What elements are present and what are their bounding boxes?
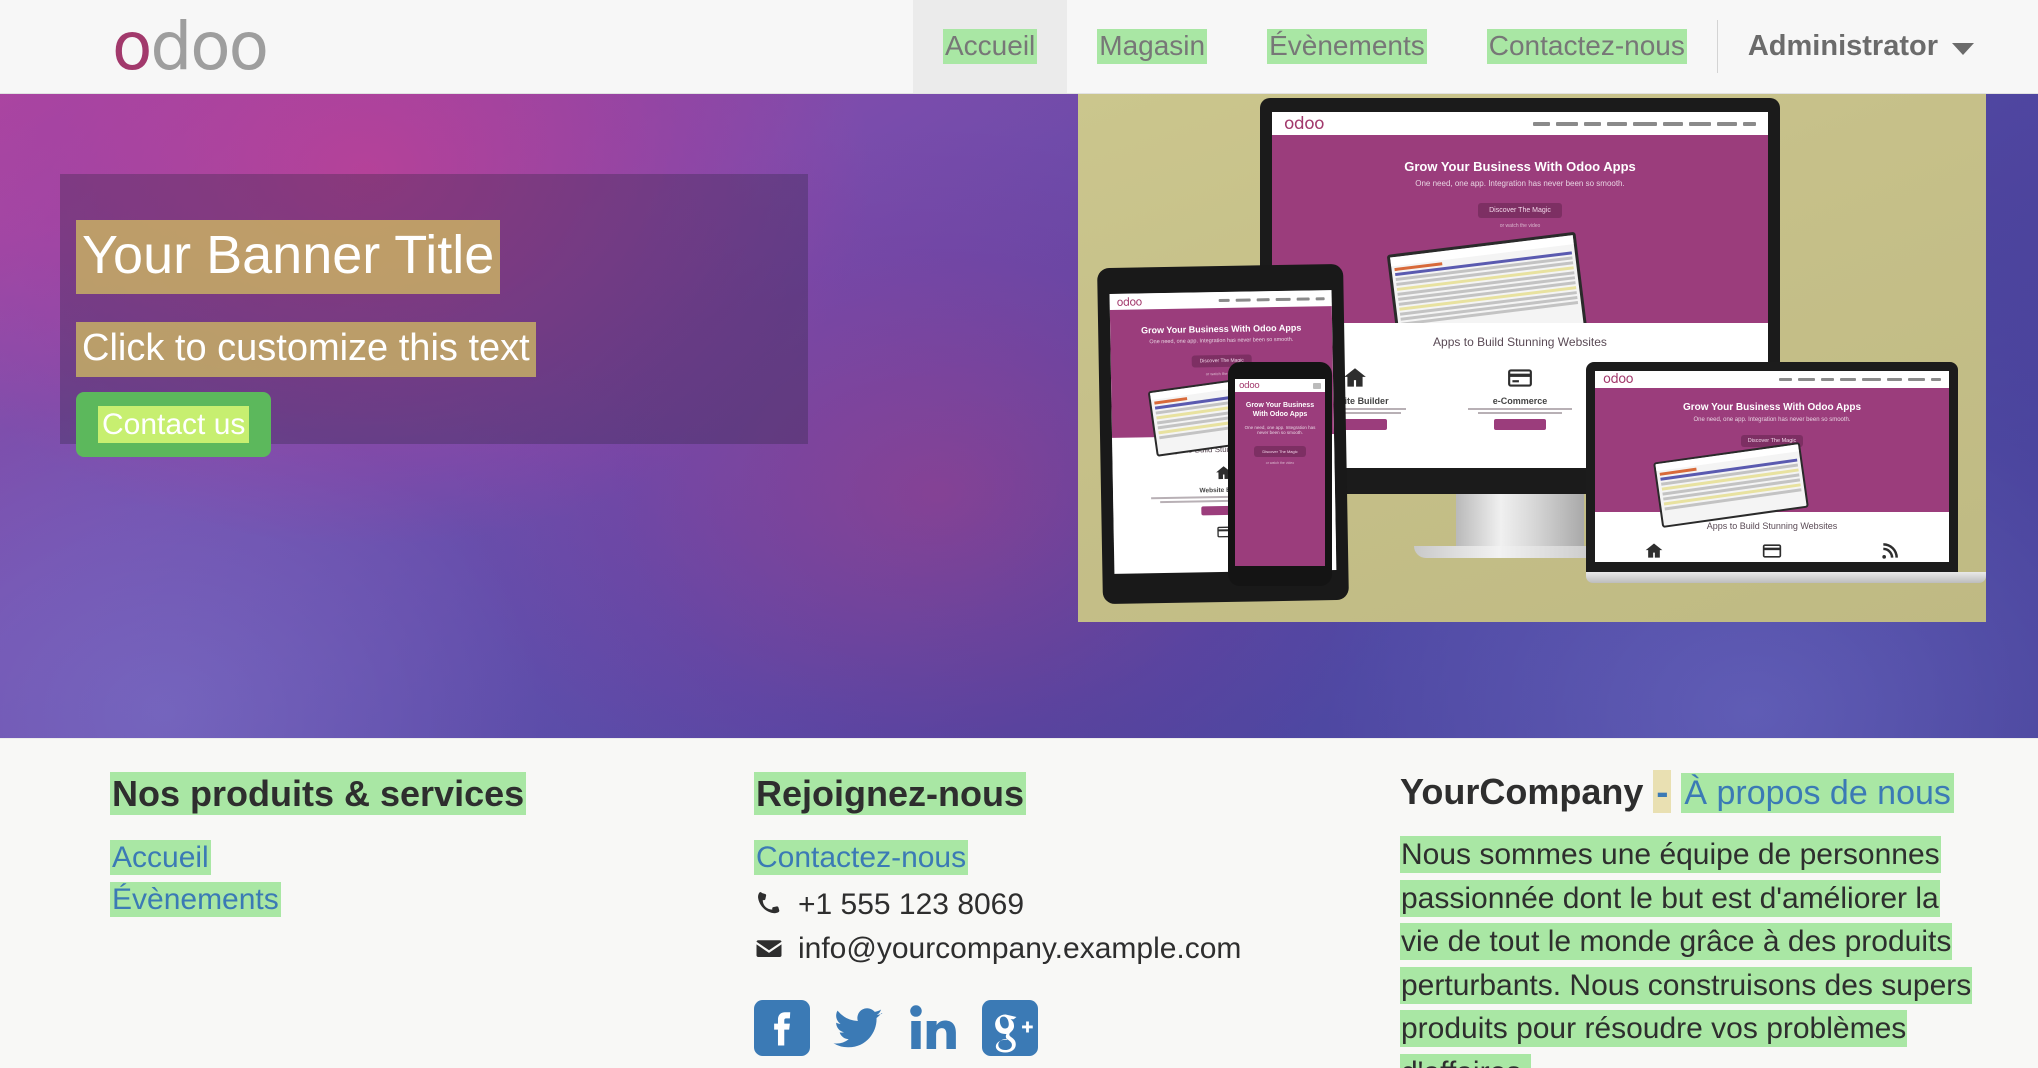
home-icon xyxy=(1645,543,1663,558)
contact-us-button[interactable]: Contact us xyxy=(76,392,272,457)
mockup-tablet-subheadline: One need, one app. Integration has never… xyxy=(1149,336,1294,346)
nav-item-evenements-label: Évènements xyxy=(1267,29,1427,64)
laptop-base xyxy=(1586,572,1986,583)
logo-first-letter: o xyxy=(112,7,152,85)
mockup-phone-cta-sub: or watch the video xyxy=(1265,461,1295,466)
hero-section: Your Banner Title Click to customize thi… xyxy=(0,94,2038,738)
footer-link-accueil[interactable]: Accueil xyxy=(110,838,640,878)
mockup-laptop-section-title: Apps to Build Stunning Websites xyxy=(1706,521,1838,531)
mockup-monitor-navlinks xyxy=(1533,121,1756,126)
banner-title-container: Your Banner Title xyxy=(76,220,501,294)
mockup-laptop: odoo Grow Your Business With Odoo Apps O… xyxy=(1586,362,1986,592)
hero-device-mockup-image: odoo Grow Your Business With Odoo Apps O… xyxy=(1078,94,1986,622)
mockup-phone: odoo Grow Your Business With Odoo Apps O… xyxy=(1228,362,1332,586)
footer-company-name: YourCompany xyxy=(1400,771,1644,812)
mockup-feature-ecommerce: e-Commerce xyxy=(1460,365,1580,430)
footer-column-about: YourCompany - À propos de nous Nous somm… xyxy=(1400,770,1980,1068)
envelope-icon xyxy=(756,940,782,957)
mockup-laptop-subheadline: One need, one app. Integration has never… xyxy=(1693,417,1851,423)
googleplus-icon[interactable] xyxy=(982,999,1038,1056)
phone-icon xyxy=(758,892,780,914)
mockup-tablet-navlinks xyxy=(1218,296,1325,302)
mockup-phone-logo: odoo xyxy=(1239,380,1260,391)
footer-col2-title: Rejoignez-nous xyxy=(754,772,1026,815)
nav-menu: Accueil Magasin Évènements Contactez-nou… xyxy=(913,0,2038,93)
user-menu-label: Administrator xyxy=(1747,30,1938,62)
banner-subtitle-container: Click to customize this text xyxy=(76,322,536,377)
nav-item-magasin[interactable]: Magasin xyxy=(1067,0,1237,93)
odoo-logo[interactable]: o doo xyxy=(0,0,287,93)
card-icon xyxy=(1508,369,1532,387)
nav-item-contactez-nous[interactable]: Contactez-nous xyxy=(1457,0,1717,93)
page-footer: Nos produits & services Accueil Évènemen… xyxy=(0,738,2038,1068)
rss-icon xyxy=(1882,543,1898,559)
top-navbar: o doo Accueil Magasin Évènements Contacte… xyxy=(0,0,2038,94)
odoo-website-page: o doo Accueil Magasin Évènements Contacte… xyxy=(0,0,2038,1068)
footer-col1-title: Nos produits & services xyxy=(110,772,527,815)
facebook-icon[interactable] xyxy=(754,999,810,1056)
mockup-phone-cta: Discover The Magic xyxy=(1254,446,1306,458)
footer-link-evenements[interactable]: Évènements xyxy=(110,880,640,920)
contact-us-button-label: Contact us xyxy=(98,406,250,443)
footer-phone: +1 555 123 8069 xyxy=(754,888,1314,922)
mockup-monitor-logo: odoo xyxy=(1284,113,1325,134)
user-menu[interactable]: Administrator xyxy=(1718,0,2008,93)
footer-email-address: info@yourcompany.example.com xyxy=(798,931,1242,965)
mockup-feature-1-name: e-Commerce xyxy=(1492,396,1548,406)
logo-rest-letters: doo xyxy=(150,7,269,85)
mockup-laptop-navlinks xyxy=(1779,378,1941,381)
chevron-down-icon xyxy=(1952,42,1974,55)
linkedin-icon[interactable] xyxy=(906,1000,962,1056)
banner-subtitle[interactable]: Click to customize this text xyxy=(76,322,536,377)
footer-company-line: YourCompany - À propos de nous xyxy=(1400,770,1980,813)
nav-item-magasin-label: Magasin xyxy=(1097,29,1208,64)
mockup-phone-subheadline: One need, one app. Integration has never… xyxy=(1244,424,1316,436)
mockup-laptop-logo: odoo xyxy=(1603,372,1634,387)
twitter-icon[interactable] xyxy=(830,1000,886,1056)
mockup-phone-headline: Grow Your Business With Odoo Apps xyxy=(1245,402,1315,418)
footer-about-text: Nous sommes une équipe de personnes pass… xyxy=(1400,836,1973,1068)
footer-email: info@yourcompany.example.com xyxy=(754,932,1314,966)
mockup-monitor-headline: Grow Your Business With Odoo Apps xyxy=(1404,159,1636,174)
mockup-monitor-cta-sub: or watch the video xyxy=(1499,223,1541,229)
footer-phone-number: +1 555 123 8069 xyxy=(798,887,1025,921)
footer-column-products: Nos produits & services Accueil Évènemen… xyxy=(110,771,640,922)
phone-screen: odoo Grow Your Business With Odoo Apps O… xyxy=(1235,379,1325,566)
banner-text-block: Your Banner Title Click to customize thi… xyxy=(60,174,808,457)
nav-item-evenements[interactable]: Évènements xyxy=(1237,0,1457,93)
monitor-stand-neck xyxy=(1456,494,1584,546)
mockup-tablet-logo: odoo xyxy=(1116,294,1142,309)
mockup-tablet-headline: Grow Your Business With Odoo Apps xyxy=(1140,322,1302,336)
footer-social-links xyxy=(754,999,1314,1056)
laptop-lid: odoo Grow Your Business With Odoo Apps O… xyxy=(1586,362,1958,574)
footer-link-contactez-nous[interactable]: Contactez-nous xyxy=(754,838,1314,878)
nav-item-contactez-nous-label: Contactez-nous xyxy=(1486,29,1687,64)
mockup-monitor-section-title: Apps to Build Stunning Websites xyxy=(1433,335,1607,349)
mockup-laptop-headline: Grow Your Business With Odoo Apps xyxy=(1682,402,1862,413)
card-icon xyxy=(1762,544,1782,558)
nav-item-accueil-label: Accueil xyxy=(943,29,1038,64)
banner-title[interactable]: Your Banner Title xyxy=(76,220,501,294)
footer-company-separator: - xyxy=(1653,770,1672,813)
home-icon xyxy=(1343,368,1366,387)
footer-about-link[interactable]: À propos de nous xyxy=(1681,773,1954,813)
mockup-monitor-subheadline: One need, one app. Integration has never… xyxy=(1415,179,1625,188)
laptop-screen: odoo Grow Your Business With Odoo Apps O… xyxy=(1595,371,1949,562)
hamburger-icon xyxy=(1313,382,1321,389)
mockup-monitor-cta: Discover The Magic xyxy=(1478,203,1562,218)
footer-column-join-us: Rejoignez-nous Contactez-nous +1 555 123… xyxy=(754,771,1314,1056)
nav-item-accueil[interactable]: Accueil xyxy=(913,0,1068,93)
